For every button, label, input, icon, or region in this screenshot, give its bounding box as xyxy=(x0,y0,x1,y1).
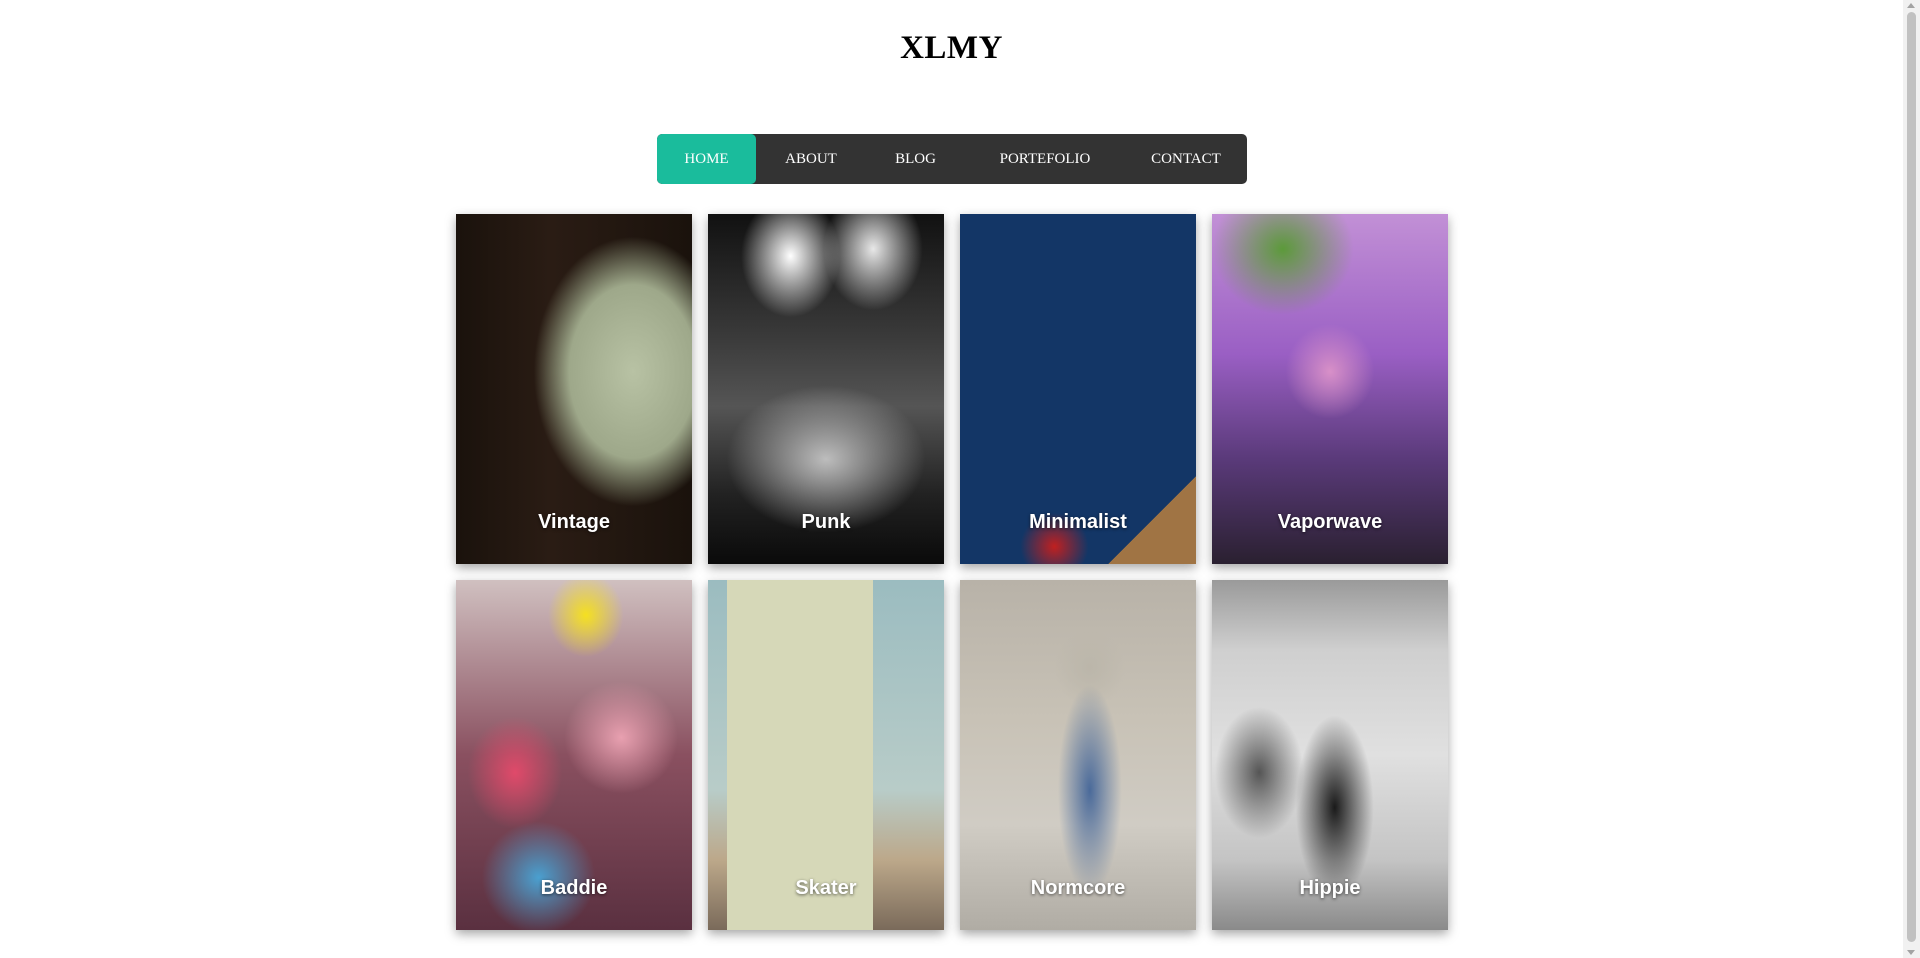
card-label: Vaporwave xyxy=(1277,511,1383,533)
card-label: Minimalist xyxy=(1029,511,1127,533)
nav-contact-link[interactable]: CONTACT xyxy=(1125,134,1247,184)
gallery-card-minimalist[interactable]: Minimalist xyxy=(960,214,1196,564)
gallery-card-hippie[interactable]: Hippie xyxy=(1212,580,1448,930)
gallery-card-vintage[interactable]: Vintage xyxy=(456,214,692,564)
gallery-card-normcore[interactable]: Normcore xyxy=(960,580,1196,930)
page-scrollbar[interactable] xyxy=(1903,0,1920,958)
scrollbar-thumb[interactable] xyxy=(1907,12,1916,942)
nav-about-link[interactable]: ABOUT xyxy=(756,134,866,184)
gallery-card-skater[interactable]: Skater xyxy=(708,580,944,930)
scroll-up-arrow-icon[interactable] xyxy=(1907,3,1915,8)
card-label: Vintage xyxy=(538,511,610,533)
gallery-card-vaporwave[interactable]: Vaporwave xyxy=(1212,214,1448,564)
card-label: Skater xyxy=(795,877,857,899)
main-navbar: HOME ABOUT BLOG PORTEFOLIO CONTACT xyxy=(657,134,1247,184)
nav-home-link[interactable]: HOME xyxy=(657,134,756,184)
gallery-card-punk[interactable]: Punk xyxy=(708,214,944,564)
gallery-card-baddie[interactable]: Baddie xyxy=(456,580,692,930)
site-title: XLMY xyxy=(900,30,1003,66)
card-label: Baddie xyxy=(540,877,608,899)
scroll-down-arrow-icon[interactable] xyxy=(1907,950,1915,955)
nav-portefolio-link[interactable]: PORTEFOLIO xyxy=(965,134,1125,184)
card-label: Punk xyxy=(801,511,851,533)
nav-blog-link[interactable]: BLOG xyxy=(866,134,965,184)
card-label: Normcore xyxy=(1030,877,1126,899)
style-gallery: Vintage Punk Minimalist Vaporwave Baddie… xyxy=(456,214,1448,930)
card-label: Hippie xyxy=(1299,877,1361,899)
